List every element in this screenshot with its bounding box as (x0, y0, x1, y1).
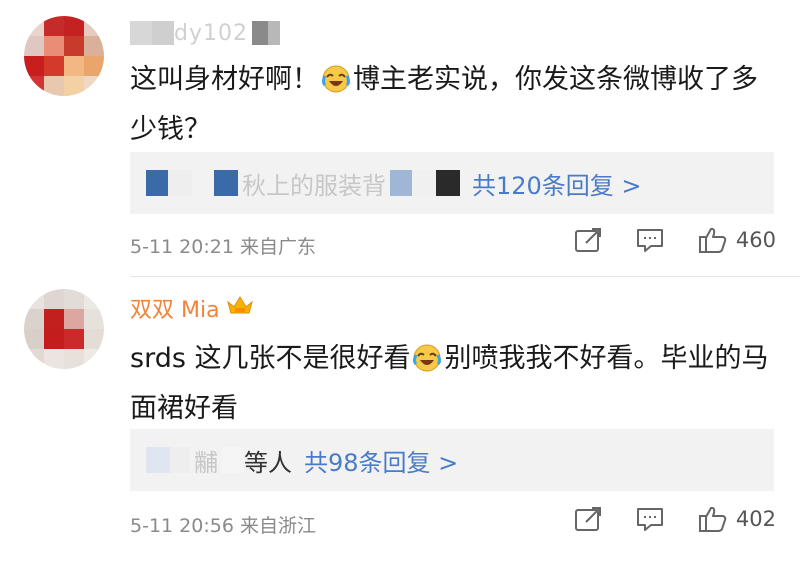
like-count: 460 (735, 228, 776, 252)
username[interactable]: dy102 (130, 16, 280, 50)
username[interactable]: 双双 Mia (130, 291, 254, 325)
username-text: dy102 (174, 20, 248, 46)
mosaic-block (412, 170, 436, 196)
share-button[interactable] (574, 506, 602, 532)
username-mosaic (130, 21, 174, 45)
comment-actions: 402 (574, 505, 776, 533)
reply-preview-box[interactable]: 秋上的服装背 共120条回复 > (130, 152, 774, 214)
reply-suffix: 等人 (244, 448, 292, 477)
like-button[interactable]: 460 (698, 226, 776, 254)
thumbs-up-icon (698, 506, 727, 532)
reply-preview-chars: 秋上的服装背 (242, 171, 386, 200)
comment-text: srds 这几张不是很好看 别喷我我不好看。毕业的马面裙好看 (130, 337, 780, 431)
comment-button[interactable] (636, 506, 664, 532)
avatar[interactable] (24, 289, 104, 369)
avatar[interactable] (24, 16, 104, 96)
comment-list: dy102 这叫身材好啊！ 博主老实说，你发这条微博收了多少钱？ 秋上的服装背 … (0, 0, 800, 565)
mosaic-block (146, 447, 170, 473)
comment-meta: 5-11 20:21 来自广东 (130, 236, 316, 258)
mosaic-block (170, 447, 190, 473)
laughing-crying-emoji (321, 64, 351, 108)
comment-text: 这叫身材好啊！ 博主老实说，你发这条微博收了多少钱？ (130, 58, 780, 152)
reply-preview-text: 黼 等人 (146, 443, 292, 478)
like-count: 402 (735, 507, 776, 531)
mosaic-block (168, 170, 192, 196)
comment-icon (636, 229, 663, 252)
mosaic-block (222, 447, 244, 473)
reply-preview-chars: 黼 (194, 448, 218, 477)
comment-actions: 460 (574, 226, 776, 254)
laughing-crying-emoji (412, 343, 442, 387)
reply-count-link[interactable]: 共98条回复 > (304, 443, 458, 478)
thumbs-up-icon (698, 227, 727, 253)
comment-meta: 5-11 20:56 来自浙江 (130, 515, 316, 537)
username-text: 双双 Mia (130, 298, 220, 323)
mosaic-block (146, 170, 168, 196)
share-icon (574, 228, 601, 252)
reply-preview-text: 秋上的服装背 (146, 166, 460, 201)
comment-icon (636, 508, 663, 531)
comment-text-part: 这叫身材好啊！ (130, 64, 319, 95)
mosaic-block (436, 170, 460, 196)
username-mosaic (251, 21, 280, 45)
comment-text-part: srds 这几张不是很好看 (130, 343, 411, 374)
share-button[interactable] (574, 227, 602, 253)
comment-item: 双双 Mia srds 这几张不是很好看 别喷我我不好看。毕业的马面裙好看 黼 … (0, 277, 800, 565)
reply-preview-box[interactable]: 黼 等人 共98条回复 > (130, 429, 774, 491)
like-button[interactable]: 402 (698, 505, 776, 533)
share-icon (574, 507, 601, 531)
comment-button[interactable] (636, 227, 664, 253)
reply-count-link[interactable]: 共120条回复 > (472, 166, 642, 201)
comment-item: dy102 这叫身材好啊！ 博主老实说，你发这条微博收了多少钱？ 秋上的服装背 … (0, 0, 800, 276)
crown-icon (226, 294, 254, 322)
mosaic-block (390, 170, 412, 196)
mosaic-block (192, 170, 214, 196)
mosaic-block (214, 170, 238, 196)
